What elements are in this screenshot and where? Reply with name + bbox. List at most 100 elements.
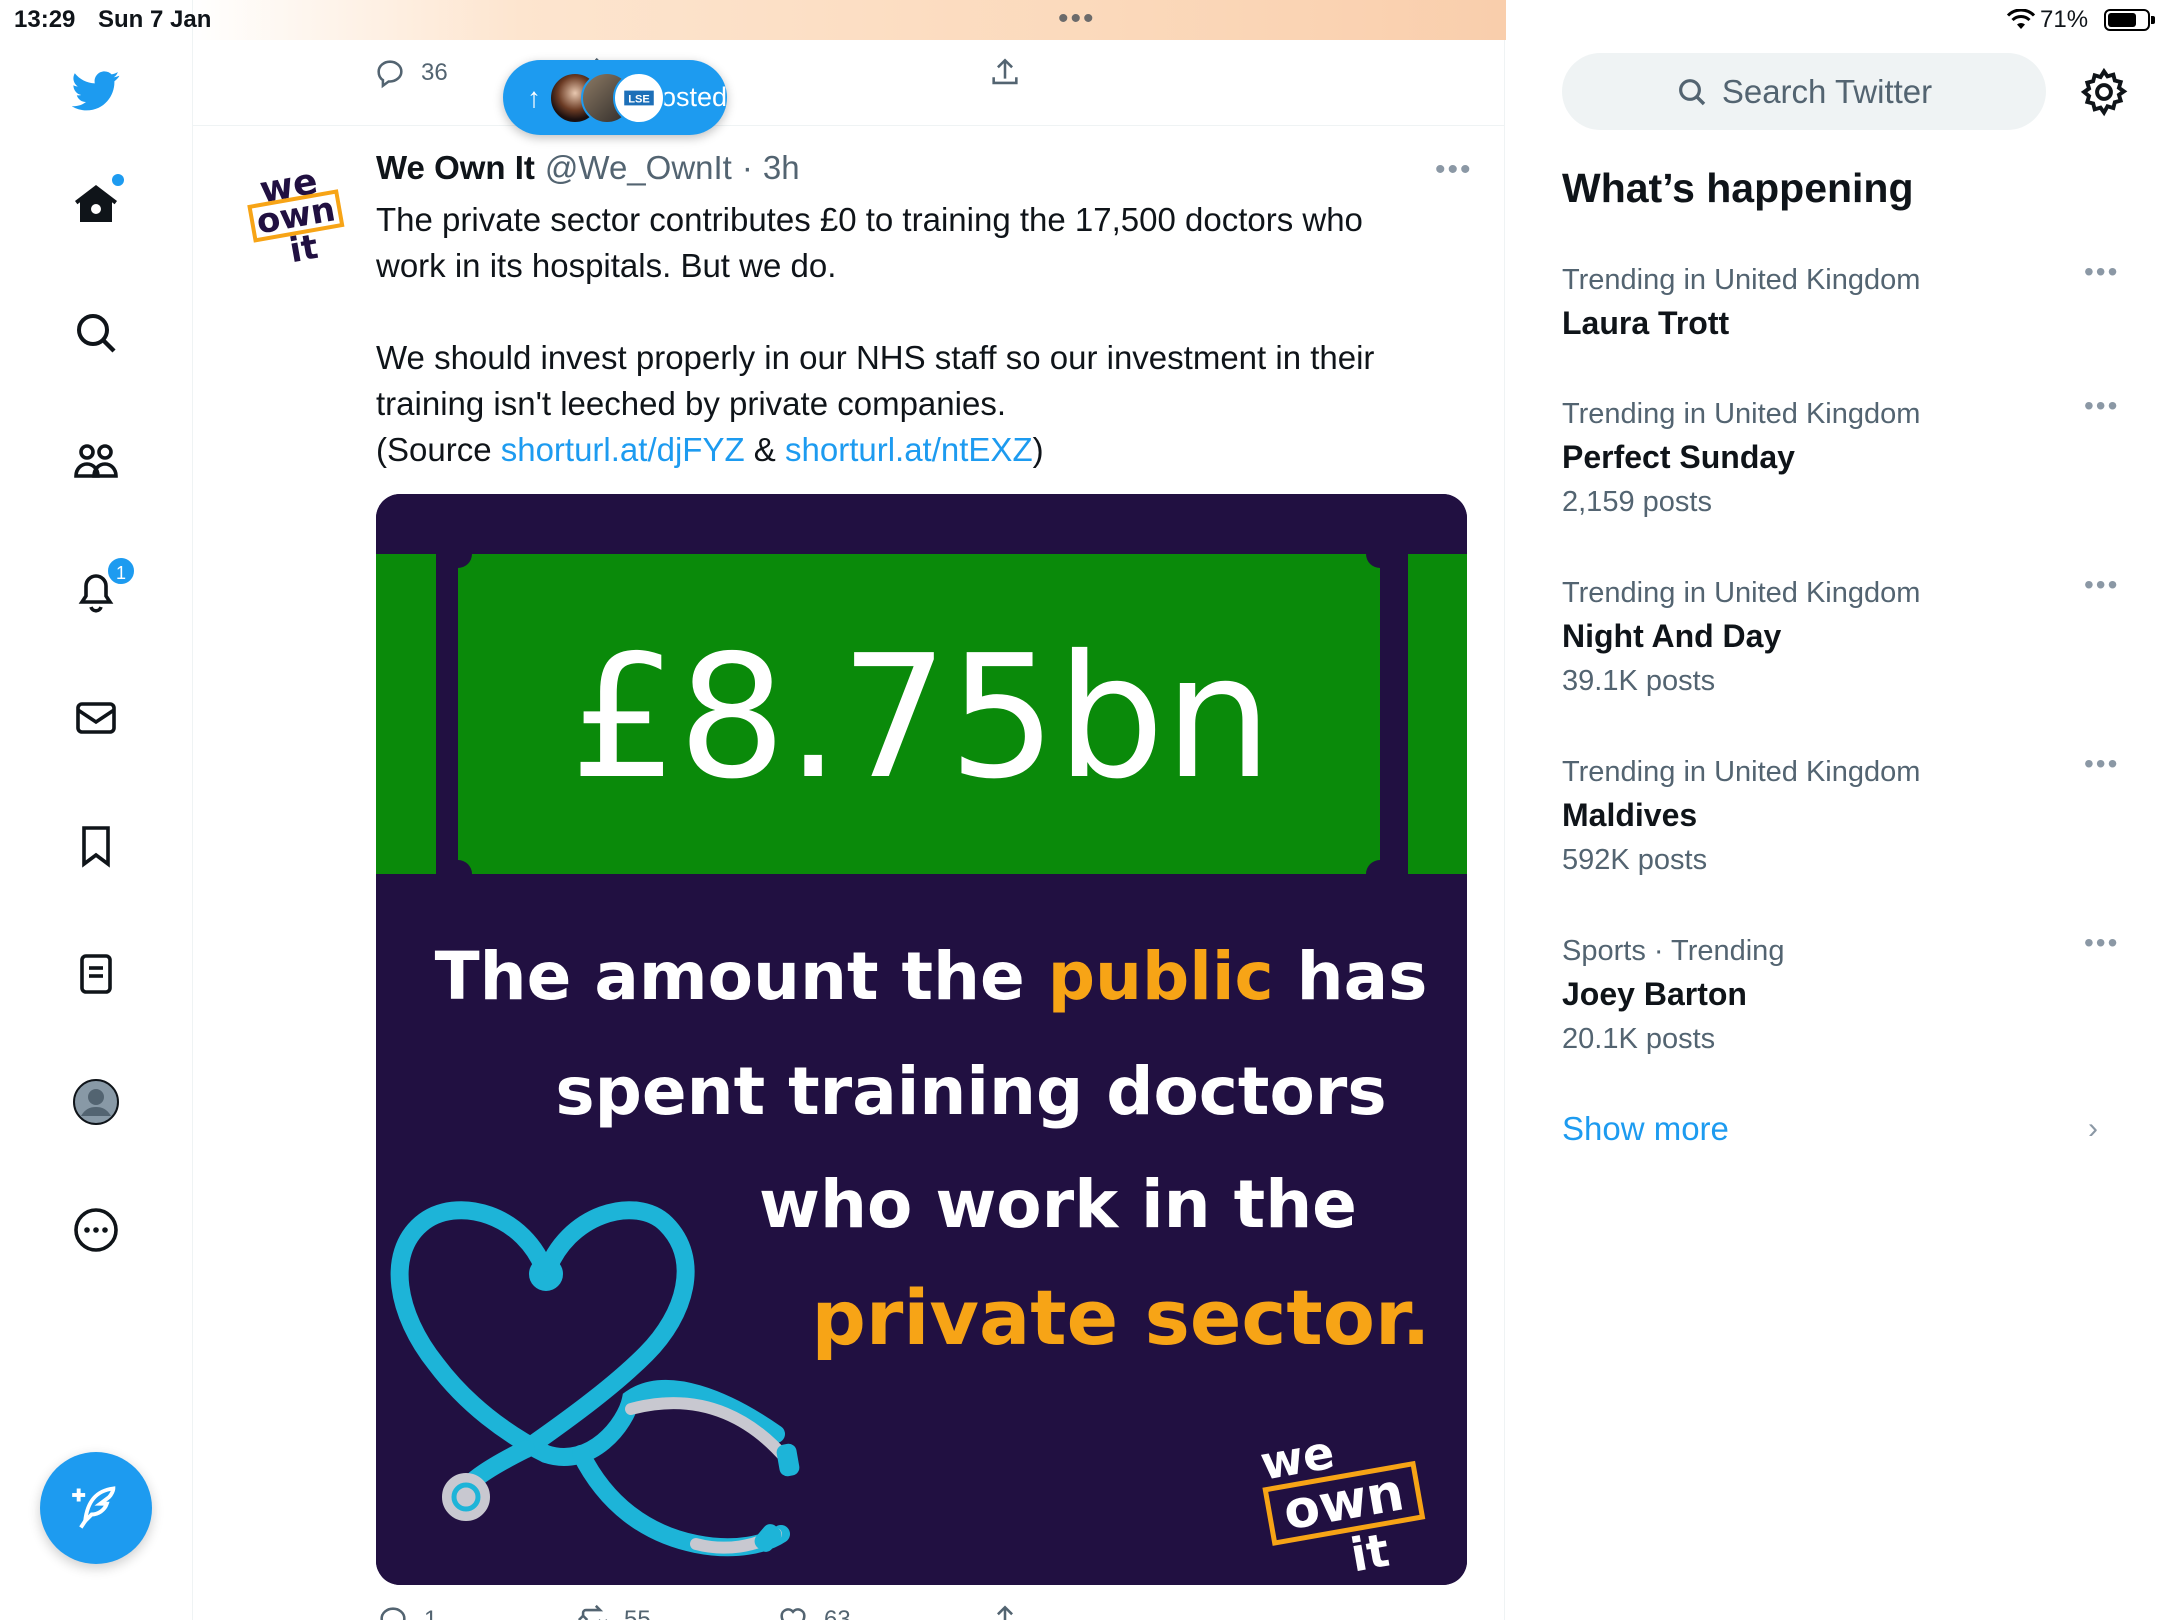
trend-title: Laura Trott [1562, 305, 1730, 341]
lists-icon[interactable] [66, 944, 126, 1004]
image-line-3: who work in the [759, 1166, 1357, 1243]
wifi-icon [2006, 9, 2036, 29]
clock: 13:29 [14, 6, 76, 33]
communities-icon[interactable] [66, 432, 126, 492]
retweet-button[interactable]: 55 [576, 1603, 651, 1620]
share-button[interactable] [988, 1603, 1022, 1620]
status-bar: 13:29 Sun 7 Jan ••• 71% [0, 0, 2160, 40]
compose-icon [72, 1486, 116, 1529]
image-line-1: The amount the public has [435, 938, 1428, 1015]
tweet-header: We Own It @We_OwnIt · 3h [376, 149, 800, 187]
messages-icon[interactable] [66, 688, 126, 748]
whats-happening-heading: What’s happening [1562, 165, 1914, 211]
trend-more-icon[interactable]: ••• [2084, 256, 2119, 288]
battery-icon [2104, 9, 2155, 31]
reply-button[interactable]: 1 [376, 1603, 437, 1620]
avatar: LSE [613, 71, 665, 124]
trend-item[interactable]: Trending in United Kingdom Laura Trott •… [1562, 256, 2122, 342]
notifications-badge: 1 [106, 556, 136, 586]
share-icon [992, 58, 1018, 85]
tweet-text-line: training isn't leeched by private compan… [376, 385, 1006, 422]
trend-title: Maldives [1562, 797, 1698, 833]
source-link-2[interactable]: shorturl.at/ntEXZ [785, 431, 1033, 468]
timeline: 36 140 ↑ LSE posted we [193, 0, 1505, 1620]
trend-item[interactable]: Trending in United Kingdom Night And Day… [1562, 569, 2122, 698]
tweet-source-line: (Source shorturl.at/djFYZ & shorturl.at/… [376, 427, 1436, 473]
arrow-up-icon: ↑ [527, 81, 541, 113]
trend-count: 592K posts [1562, 844, 1708, 876]
tweet-age[interactable]: 3h [763, 149, 800, 187]
trend-meta: Sports · Trending [1562, 935, 1785, 967]
source-open: (Source [376, 431, 501, 468]
tweet-text-line: work in its hospitals. But we do. [376, 247, 837, 284]
tweet-actions: 1 55 63 [376, 1597, 1376, 1620]
reply-icon [377, 60, 403, 89]
bookmarks-icon[interactable] [66, 816, 126, 876]
compose-button[interactable] [40, 1452, 152, 1564]
author-name[interactable]: We Own It [376, 149, 535, 187]
trend-meta: Trending in United Kingdom [1562, 264, 1921, 296]
tweet-image[interactable]: £8.75bn The amount the public has spent … [376, 494, 1467, 1585]
trend-more-icon[interactable]: ••• [2084, 927, 2119, 959]
tweet-text-line: The private sector contributes £0 to tra… [376, 201, 1363, 238]
trend-meta: Trending in United Kingdom [1562, 577, 1921, 609]
heart-icon [780, 1608, 806, 1620]
like-count: 63 [824, 1606, 851, 1620]
image-line-4: private sector. [812, 1273, 1431, 1362]
retweet-count: 55 [624, 1606, 651, 1620]
we-own-it-logo: we own it [233, 149, 357, 273]
profile-icon[interactable] [66, 1072, 126, 1132]
trend-more-icon[interactable]: ••• [2084, 748, 2119, 780]
author-handle[interactable]: @We_OwnIt [545, 149, 732, 187]
we-own-it-avatar[interactable]: we own it [233, 149, 357, 273]
trend-item[interactable]: Trending in United Kingdom Perfect Sunda… [1562, 390, 2122, 519]
search-placeholder: Search Twitter [1721, 72, 1933, 110]
trend-meta: Trending in United Kingdom [1562, 398, 1921, 430]
trend-item[interactable]: Sports · Trending Joey Barton 20.1K post… [1562, 927, 2122, 1056]
previous-tweet-actions: 36 140 [193, 40, 1504, 126]
multitasking-dots-icon[interactable]: ••• [1058, 2, 1096, 36]
header-separator: · [741, 149, 753, 186]
reply-icon [380, 1607, 406, 1620]
source-close: ) [1032, 431, 1044, 468]
retweet-icon [577, 1604, 608, 1620]
like-button[interactable]: 63 [776, 1603, 851, 1620]
trend-item[interactable]: Trending in United Kingdom Maldives 592K… [1562, 748, 2122, 877]
trend-more-icon[interactable]: ••• [2084, 569, 2119, 601]
date: Sun 7 Jan [98, 6, 212, 33]
ampersand: & [744, 431, 785, 468]
svg-text:LSE: LSE [628, 93, 650, 105]
trend-title: Perfect Sunday [1562, 439, 1795, 475]
more-icon[interactable] [66, 1200, 126, 1260]
trend-meta: Trending in United Kingdom [1562, 756, 1921, 788]
trend-more-icon[interactable]: ••• [2084, 390, 2119, 422]
tweet-more-icon[interactable]: ••• [1435, 153, 1473, 187]
right-sidebar: Search Twitter What’s happening Trending… [1506, 0, 2160, 1620]
home-unread-dot [112, 174, 124, 186]
reply-button[interactable]: 36 [373, 56, 448, 90]
share-button[interactable] [988, 56, 1022, 90]
amount-text: £8.75bn [570, 619, 1272, 817]
twitter-logo-icon[interactable] [66, 60, 126, 120]
home-icon[interactable] [66, 174, 126, 234]
left-navigation: 1 [0, 0, 193, 1620]
trend-title: Night And Day [1562, 618, 1782, 654]
trend-count: 2,159 posts [1562, 486, 1712, 518]
reply-count: 36 [421, 59, 448, 86]
gear-icon[interactable] [2078, 66, 2130, 118]
source-link-1[interactable]: shorturl.at/djFYZ [501, 431, 745, 468]
reply-count: 1 [424, 1606, 438, 1620]
show-more-link[interactable]: Show more [1562, 1110, 1729, 1148]
search-icon[interactable] [66, 303, 126, 363]
poster-avatars: LSE [549, 70, 665, 126]
search-input[interactable]: Search Twitter [1562, 53, 2046, 130]
trend-count: 20.1K posts [1562, 1023, 1716, 1055]
image-line-2: spent training doctors [555, 1053, 1386, 1130]
tweet-text-line: We should invest properly in our NHS sta… [376, 339, 1375, 376]
battery-percent: 71% [2040, 6, 2089, 33]
share-icon [997, 1605, 1013, 1620]
search-icon [1678, 78, 1706, 105]
chevron-right-icon: › [2088, 1112, 2098, 1145]
notifications-icon[interactable]: 1 [66, 556, 136, 620]
new-posts-pill[interactable]: ↑ LSE posted [503, 60, 727, 135]
